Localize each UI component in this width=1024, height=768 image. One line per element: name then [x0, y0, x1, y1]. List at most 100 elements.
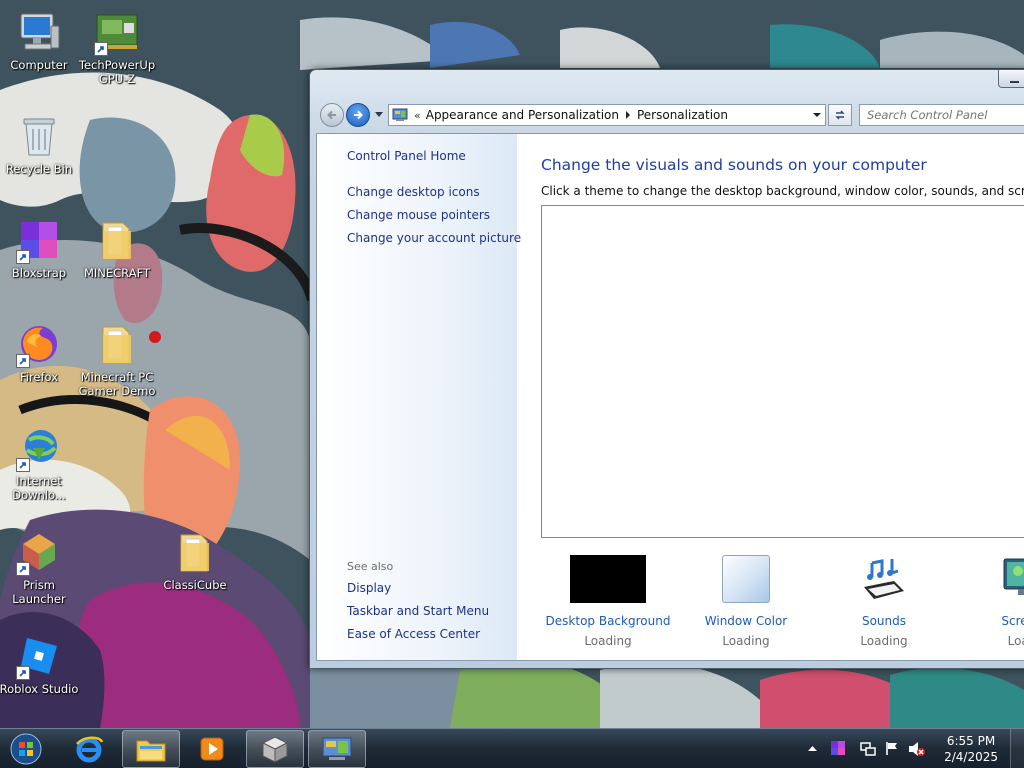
change-account-picture-link[interactable]: Change your account picture	[347, 231, 521, 245]
notification-area: 6:55 PM 2/4/2025	[794, 729, 1024, 768]
desktop-icon-label: Roblox Studio	[0, 682, 79, 696]
shortcut-arrow-icon	[16, 458, 30, 472]
back-button[interactable]	[320, 103, 344, 127]
taskbar: 6:55 PM 2/4/2025	[0, 728, 1024, 768]
page-title: Change the visuals and sounds on your co…	[541, 156, 927, 174]
taskbar-classicube[interactable]	[246, 730, 304, 768]
desktop-background-label[interactable]: Desktop Background	[543, 614, 673, 628]
gpuz-icon	[93, 8, 141, 56]
desktop-icon-label: Prism Launcher	[12, 578, 66, 606]
desktop-icon-prism-launcher[interactable]: Prism Launcher	[0, 528, 81, 606]
breadcrumb-overflow[interactable]: «	[414, 109, 421, 122]
arrow-left-icon	[327, 110, 336, 120]
change-mouse-pointers-link[interactable]: Change mouse pointers	[347, 208, 490, 222]
page-subtitle: Click a theme to change the desktop back…	[541, 184, 1024, 198]
desktop-icon-minecraft-folder[interactable]: MINECRAFT	[75, 216, 159, 280]
ease-of-access-link[interactable]: Ease of Access Center	[347, 627, 480, 641]
control-panel-home-link[interactable]: Control Panel Home	[347, 149, 466, 163]
desktop-icon-classicube-folder[interactable]: ClassiCube	[153, 528, 237, 592]
address-dropdown-icon[interactable]	[813, 113, 821, 117]
folder-icon	[171, 528, 219, 576]
shortcut-arrow-icon	[94, 42, 108, 56]
window-color-tile[interactable]: Window Color Loading	[681, 554, 811, 648]
sounds-icon	[864, 559, 904, 599]
file-explorer-icon	[136, 740, 166, 762]
shortcut-arrow-icon	[16, 666, 30, 680]
desktop-icon-recycle-bin[interactable]: Recycle Bin	[0, 112, 81, 176]
navigation-bar: « Appearance and Personalization Persona…	[318, 103, 1024, 127]
desktop-icon-label: Bloxstrap	[11, 266, 67, 280]
taskbar-control-panel[interactable]	[308, 730, 366, 768]
media-player-icon	[200, 737, 224, 761]
window-color-label[interactable]: Window Color	[681, 614, 811, 628]
change-desktop-icons-link[interactable]: Change desktop icons	[347, 185, 480, 199]
volume-muted-icon[interactable]	[908, 741, 926, 757]
system-clock[interactable]: 6:55 PM 2/4/2025	[944, 733, 998, 765]
folder-icon	[93, 216, 141, 264]
desktop-icon-label: Minecraft PC Gamer Demo	[78, 370, 156, 398]
sounds-label[interactable]: Sounds	[819, 614, 949, 628]
desktop-background-tile[interactable]: Desktop Background Loading	[543, 554, 673, 648]
forward-button[interactable]	[346, 103, 370, 127]
desktop-background-status: Loading	[584, 634, 632, 648]
refresh-icon	[835, 110, 845, 120]
prism-launcher-icon	[15, 528, 63, 576]
desktop-icon-firefox[interactable]: Firefox	[0, 320, 81, 384]
breadcrumb-separator-icon[interactable]	[625, 111, 630, 119]
screen-saver-tile[interactable]: Screen Load	[957, 554, 1024, 648]
desktop-icon-internet-download-manager[interactable]: Internet Downlo...	[0, 424, 81, 502]
show-desktop-button[interactable]	[1010, 729, 1024, 768]
address-bar[interactable]: « Appearance and Personalization Persona…	[388, 104, 826, 126]
taskbar-internet-explorer[interactable]	[60, 730, 118, 768]
shortcut-arrow-icon	[16, 354, 30, 368]
start-button[interactable]	[6, 730, 46, 768]
minimize-icon	[1009, 81, 1019, 83]
control-panel-icon	[322, 737, 352, 760]
sounds-status: Loading	[860, 634, 908, 648]
action-center-flag-icon[interactable]	[884, 740, 900, 756]
clock-time: 6:55 PM	[946, 734, 996, 748]
theme-list[interactable]	[541, 205, 1024, 538]
desktop-background-thumbnail	[570, 555, 646, 603]
desktop-icon-minecraft-demo-folder[interactable]: Minecraft PC Gamer Demo	[75, 320, 159, 398]
classicube-icon	[261, 736, 289, 763]
clock-date: 2/4/2025	[944, 750, 998, 764]
shortcut-arrow-icon	[16, 250, 30, 264]
breadcrumb-personalization[interactable]: Personalization	[637, 108, 728, 122]
roblox-studio-icon	[15, 632, 63, 680]
computer-icon	[15, 8, 63, 56]
desktop-icon-roblox-studio[interactable]: Roblox Studio	[0, 632, 81, 696]
start-orb-icon	[10, 733, 42, 765]
see-also-heading: See also	[347, 560, 394, 573]
taskbar-media-player[interactable]	[183, 730, 241, 768]
content-area: Control Panel Home Change desktop icons …	[316, 133, 1024, 661]
display-link[interactable]: Display	[347, 581, 391, 595]
recent-pages-button[interactable]	[373, 109, 385, 121]
desktop[interactable]: Computer TechPowerUp GPU-Z Recycle Bin B…	[0, 0, 1024, 728]
desktop-icon-label: Computer	[10, 58, 68, 72]
breadcrumb-appearance[interactable]: Appearance and Personalization	[426, 108, 619, 122]
show-hidden-icons-icon[interactable]	[808, 745, 817, 752]
refresh-button[interactable]	[828, 104, 852, 126]
network-icon[interactable]	[860, 741, 876, 757]
chevron-down-icon	[375, 112, 383, 117]
taskbar-start-menu-link[interactable]: Taskbar and Start Menu	[347, 604, 489, 618]
screen-saver-label[interactable]: Screen	[957, 614, 1024, 628]
desktop-icon-computer[interactable]: Computer	[0, 8, 81, 72]
bloxstrap-tray-icon[interactable]	[830, 740, 846, 756]
desktop-icon-label: ClassiCube	[163, 578, 227, 592]
desktop-icon-gpuz[interactable]: TechPowerUp GPU-Z	[75, 8, 159, 86]
taskbar-file-explorer[interactable]	[122, 730, 180, 768]
minimize-button[interactable]	[998, 70, 1024, 88]
window-color-status: Loading	[722, 634, 770, 648]
desktop-icon-label: TechPowerUp GPU-Z	[78, 58, 156, 86]
desktop-icon-label: Internet Downlo...	[12, 474, 66, 502]
control-panel-window[interactable]: « Appearance and Personalization Persona…	[309, 69, 1024, 669]
screen-saver-status: Load	[1007, 634, 1024, 648]
search-input[interactable]	[859, 104, 1024, 126]
task-pane: Control Panel Home Change desktop icons …	[317, 134, 521, 660]
desktop-icon-label: Recycle Bin	[5, 162, 73, 176]
sounds-tile[interactable]: Sounds Loading	[819, 554, 949, 648]
firefox-icon	[15, 320, 63, 368]
desktop-icon-bloxstrap[interactable]: Bloxstrap	[0, 216, 81, 280]
